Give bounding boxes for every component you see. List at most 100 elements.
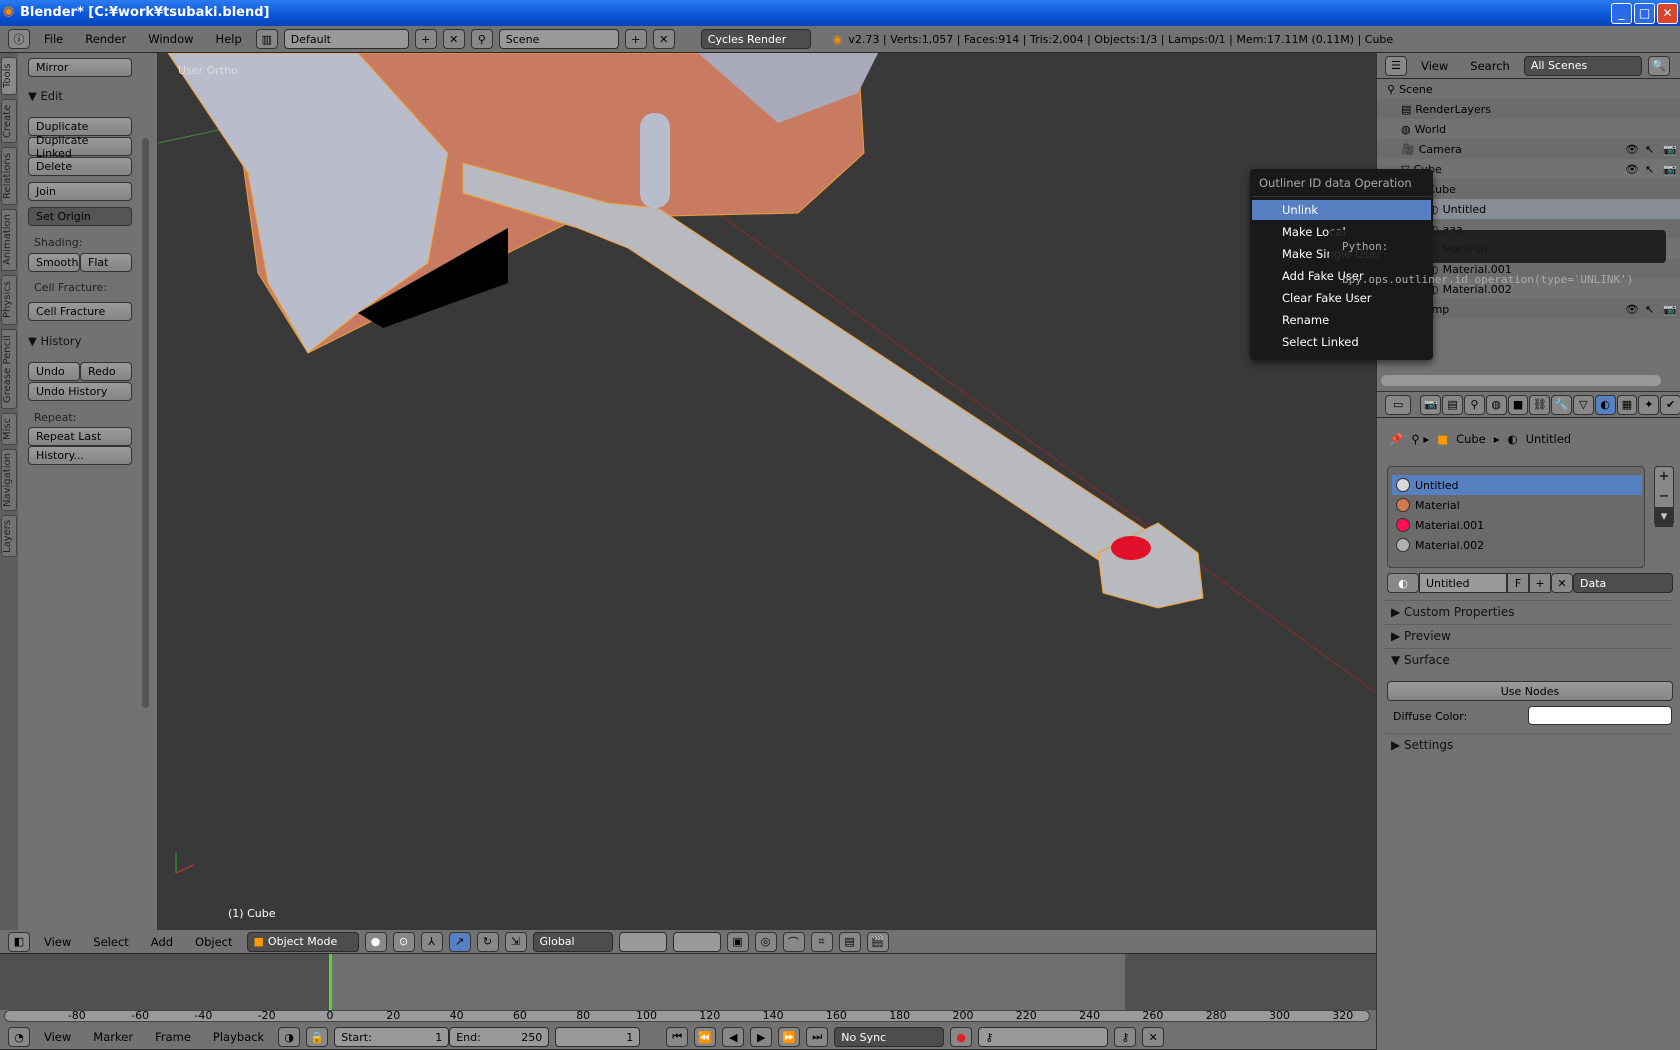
outliner-row[interactable]: ⚲ Scene <box>1377 79 1680 99</box>
data-tab-icon[interactable]: ▽ <box>1573 394 1594 415</box>
scene-icon[interactable]: ⚲ <box>470 29 493 49</box>
material-tab-icon[interactable]: ◐ <box>1594 394 1616 415</box>
material-slot-list[interactable]: Untitled Material Material.001 Material.002 <box>1387 466 1645 568</box>
renderability-camera-icon[interactable]: 📷 <box>1663 303 1677 316</box>
tool-scrollbar[interactable] <box>142 138 149 708</box>
scale-icon[interactable]: ⇲ <box>504 931 527 952</box>
smooth-button[interactable]: Smooth <box>28 253 80 272</box>
outliner-editor-icon[interactable]: ☰ <box>1385 55 1407 76</box>
duplicate-linked-button[interactable]: Duplicate Linked <box>28 134 132 160</box>
material-slot[interactable]: Material.001 <box>1392 515 1642 535</box>
info-editor-icon[interactable]: ⓘ <box>8 29 30 49</box>
menu-frame[interactable]: Frame <box>147 1030 199 1044</box>
texture-tab-icon[interactable]: ▦ <box>1616 394 1638 415</box>
menu-item[interactable]: Unlink <box>1252 200 1431 220</box>
jump-end-icon[interactable]: ⏭ <box>806 1027 829 1047</box>
menu-item[interactable]: Rename <box>1252 310 1431 330</box>
orientation-select[interactable]: Global <box>532 931 613 952</box>
add-scene-icon[interactable]: + <box>624 29 647 49</box>
join-button[interactable]: Join <box>28 182 132 201</box>
object-tab-icon[interactable]: ■ <box>1507 394 1529 415</box>
preview-panel[interactable]: ▶ Preview <box>1385 624 1673 646</box>
surface-panel[interactable]: ▼ Surface <box>1385 648 1673 670</box>
new-material-button[interactable]: + <box>1529 573 1551 593</box>
layers-grid-1[interactable] <box>618 931 667 952</box>
mode-select[interactable]: ■ Object Mode <box>246 931 359 952</box>
rotate-icon[interactable]: ↻ <box>476 931 499 952</box>
remove-slot-button[interactable]: − <box>1655 487 1673 507</box>
history-panel-header[interactable]: ▼ History <box>28 334 81 348</box>
add-slot-button[interactable]: + <box>1655 467 1673 487</box>
preview-range-icon[interactable]: ◑ <box>278 1027 301 1047</box>
outliner-row[interactable]: ◍ World <box>1377 119 1680 139</box>
layout-field[interactable]: Default <box>283 29 409 49</box>
unlink-material-button[interactable]: ✕ <box>1551 573 1573 593</box>
material-name-field[interactable]: Untitled <box>1419 573 1507 593</box>
menu-item[interactable]: Select Linked <box>1252 332 1431 352</box>
outliner-scrollbar[interactable] <box>1381 375 1661 386</box>
tab-grease-pencil[interactable]: Grease Pencil <box>1 329 17 409</box>
layout-icon[interactable]: ▥ <box>255 29 278 49</box>
tab-misc[interactable]: Misc <box>1 413 17 445</box>
renderability-camera-icon[interactable]: 📷 <box>1663 143 1677 156</box>
selectability-cursor-icon[interactable]: ↖ <box>1645 303 1654 316</box>
menu-object[interactable]: Object <box>187 935 240 949</box>
maximize-button[interactable]: □ <box>1634 3 1655 24</box>
menu-playback[interactable]: Playback <box>205 1030 272 1044</box>
snap-icon[interactable]: ⌒ <box>782 931 805 952</box>
menu-search[interactable]: Search <box>1462 59 1518 73</box>
menu-window[interactable]: Window <box>140 32 201 46</box>
jump-key-back-icon[interactable]: ⏪ <box>694 1027 717 1047</box>
visibility-eye-icon[interactable]: 👁 <box>1625 303 1639 316</box>
mirror-button[interactable]: Mirror <box>28 58 132 77</box>
render-layers-tab-icon[interactable]: ▤ <box>1442 394 1464 415</box>
menu-select[interactable]: Select <box>85 935 136 949</box>
remove-scene-icon[interactable]: ✕ <box>652 29 675 49</box>
custom-properties-panel[interactable]: ▶ Custom Properties <box>1385 600 1673 622</box>
visibility-eye-icon[interactable]: 👁 <box>1625 163 1639 176</box>
redo-button[interactable]: Redo <box>80 362 132 381</box>
3d-viewport[interactable]: User Ortho (1) Cube <box>158 53 1376 930</box>
current-frame-line[interactable] <box>329 954 332 1010</box>
fake-user-button[interactable]: F <box>1507 573 1529 593</box>
diffuse-color-swatch[interactable] <box>1528 706 1672 725</box>
tab-navigation[interactable]: Navigation <box>1 449 17 511</box>
selectability-cursor-icon[interactable]: ↖ <box>1645 143 1654 156</box>
lock-camera-icon[interactable]: ▣ <box>726 931 749 952</box>
outliner-row[interactable]: ▤ RenderLayers <box>1377 99 1680 119</box>
cell-fracture-button[interactable]: Cell Fracture <box>28 302 132 321</box>
tab-animation[interactable]: Animation <box>1 209 17 271</box>
menu-view[interactable]: View <box>1413 59 1456 73</box>
minimize-button[interactable]: _ <box>1611 3 1632 24</box>
delete-button[interactable]: Delete <box>28 157 132 176</box>
add-layout-icon[interactable]: + <box>414 29 437 49</box>
layers-grid-2[interactable] <box>672 931 721 952</box>
history-button[interactable]: History... <box>28 446 132 465</box>
flat-button[interactable]: Flat <box>80 253 132 272</box>
snap-element-icon[interactable]: ⌗ <box>810 931 833 952</box>
insert-keyframe-icon[interactable]: ⚷ <box>1114 1027 1137 1047</box>
sync-select[interactable]: No Sync <box>834 1027 945 1047</box>
render-engine-select[interactable]: Cycles Render <box>700 29 811 49</box>
lock-icon[interactable]: 🔒 <box>306 1027 329 1047</box>
menu-view[interactable]: View <box>36 1030 79 1044</box>
visibility-eye-icon[interactable]: 👁 <box>1625 143 1639 156</box>
repeat-last-button[interactable]: Repeat Last <box>28 427 132 446</box>
edit-panel-header[interactable]: ▼ Edit <box>28 89 63 103</box>
play-icon[interactable]: ▶ <box>750 1027 773 1047</box>
tab-create[interactable]: Create <box>1 99 17 143</box>
remove-layout-icon[interactable]: ✕ <box>442 29 465 49</box>
delete-keyframe-icon[interactable]: ✕ <box>1142 1027 1165 1047</box>
properties-editor-icon[interactable]: ▭ <box>1385 394 1412 415</box>
slot-specials-button[interactable]: ▾ <box>1655 507 1673 527</box>
menu-file[interactable]: File <box>36 32 71 46</box>
material-slot[interactable]: Material <box>1392 495 1642 515</box>
play-reverse-icon[interactable]: ◀ <box>722 1027 745 1047</box>
tab-physics[interactable]: Physics <box>1 275 17 325</box>
record-icon[interactable]: ● <box>950 1027 973 1047</box>
use-nodes-button[interactable]: Use Nodes <box>1387 681 1673 701</box>
menu-view[interactable]: View <box>36 935 79 949</box>
timeline-editor-icon[interactable]: ◔ <box>8 1027 30 1047</box>
browse-material-icon[interactable]: ◐ <box>1387 573 1419 593</box>
jump-start-icon[interactable]: ⏮ <box>666 1027 689 1047</box>
